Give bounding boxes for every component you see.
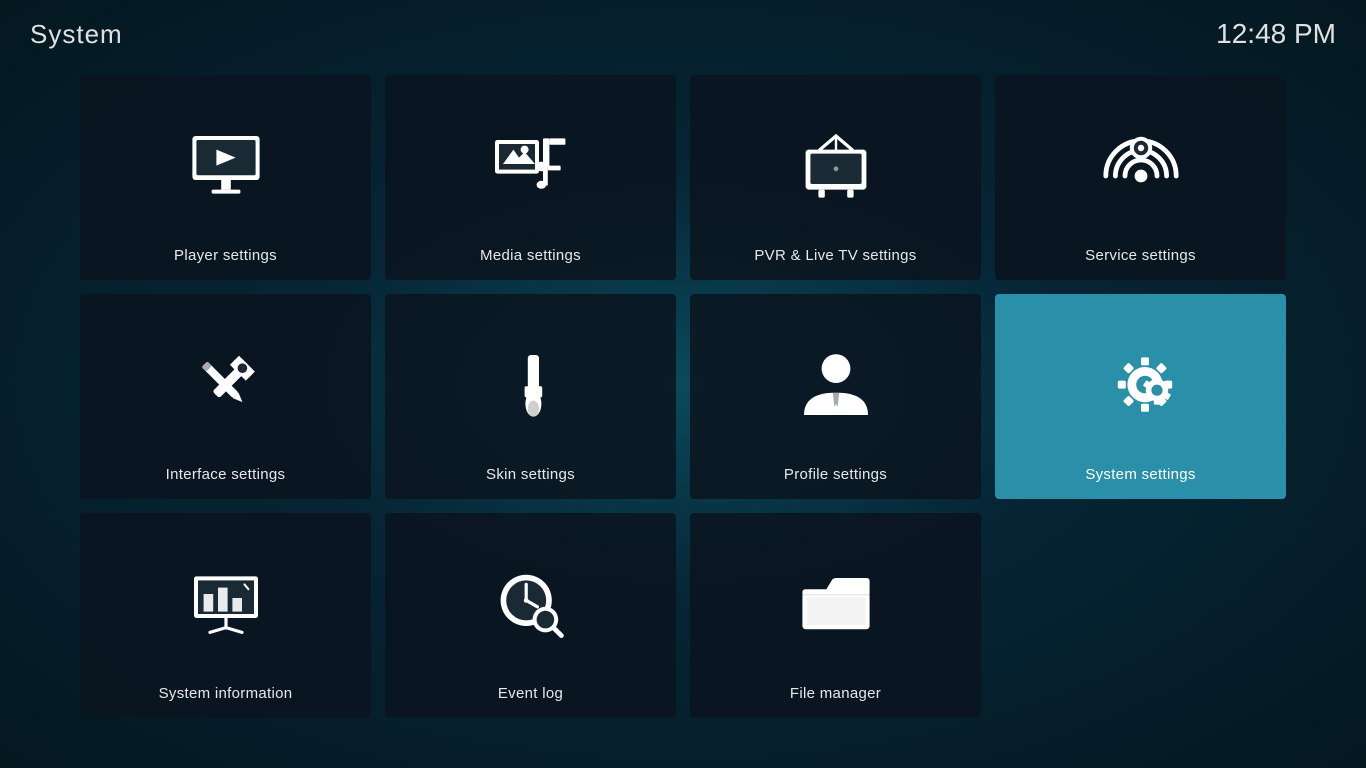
event-log-tile[interactable]: Event log <box>385 513 676 718</box>
skin-settings-tile[interactable]: Skin settings <box>385 294 676 499</box>
eventlog-icon <box>491 533 571 675</box>
system-information-tile[interactable]: System information <box>80 513 371 718</box>
player-icon <box>186 95 266 237</box>
media-settings-label: Media settings <box>480 247 581 264</box>
interface-settings-tile[interactable]: Interface settings <box>80 294 371 499</box>
interface-icon <box>186 314 266 456</box>
profile-icon <box>796 314 876 456</box>
page-title: System <box>30 19 123 50</box>
skin-settings-label: Skin settings <box>486 466 575 483</box>
profile-settings-label: Profile settings <box>784 466 887 483</box>
media-settings-tile[interactable]: Media settings <box>385 75 676 280</box>
file-manager-label: File manager <box>790 685 881 702</box>
interface-settings-label: Interface settings <box>166 466 286 483</box>
player-settings-tile[interactable]: Player settings <box>80 75 371 280</box>
pvr-settings-tile[interactable]: PVR & Live TV settings <box>690 75 981 280</box>
pvr-icon <box>796 95 876 237</box>
header: System 12:48 PM <box>0 0 1366 68</box>
pvr-settings-label: PVR & Live TV settings <box>754 247 916 264</box>
settings-grid: Player settings Media settings <box>80 75 1286 718</box>
service-settings-tile[interactable]: Service settings <box>995 75 1286 280</box>
empty-cell <box>995 513 1286 718</box>
media-icon <box>491 95 571 237</box>
system-settings-label: System settings <box>1085 466 1195 483</box>
system-information-label: System information <box>159 685 293 702</box>
service-icon <box>1101 95 1181 237</box>
file-manager-tile[interactable]: File manager <box>690 513 981 718</box>
filemanager-icon <box>796 533 876 675</box>
event-log-label: Event log <box>498 685 563 702</box>
clock: 12:48 PM <box>1216 18 1336 50</box>
profile-settings-tile[interactable]: Profile settings <box>690 294 981 499</box>
service-settings-label: Service settings <box>1085 247 1196 264</box>
system-settings-tile[interactable]: System settings <box>995 294 1286 499</box>
sysinfo-icon <box>186 533 266 675</box>
player-settings-label: Player settings <box>174 247 277 264</box>
system-icon <box>1101 314 1181 456</box>
skin-icon <box>491 314 571 456</box>
